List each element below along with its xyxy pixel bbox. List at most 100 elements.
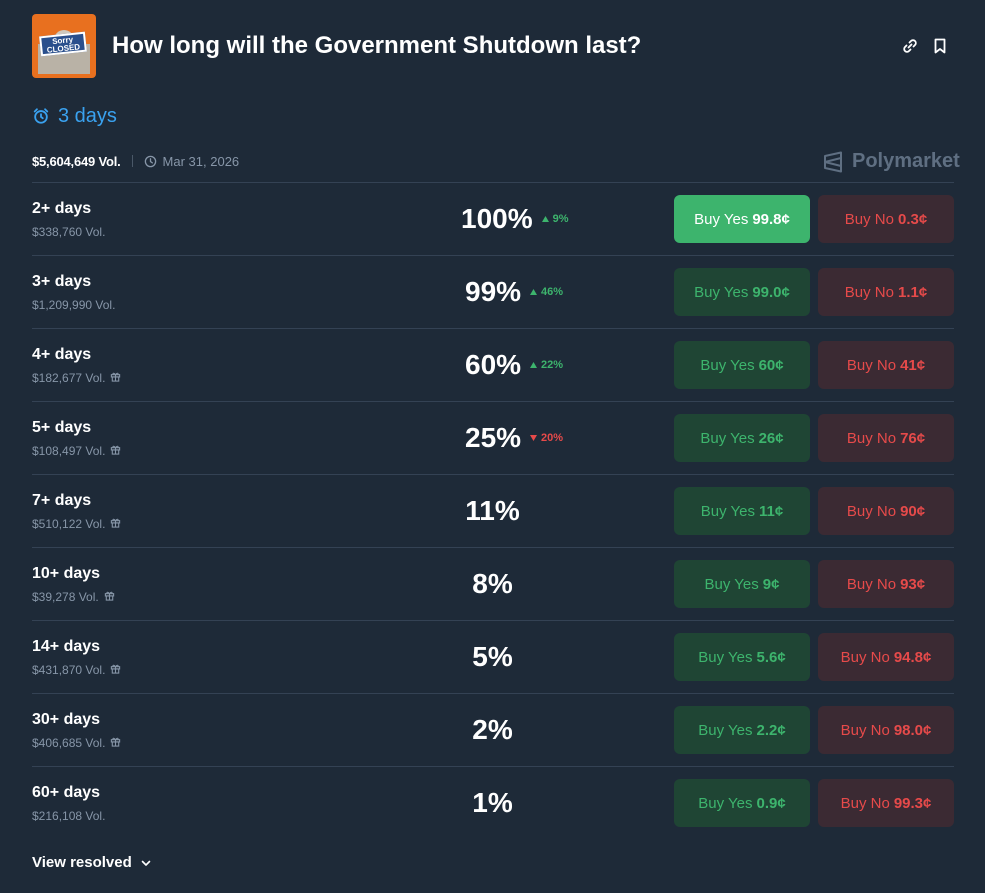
- outcome-volume: $406,685 Vol.: [32, 736, 121, 750]
- buy-no-label: Buy No: [846, 502, 897, 520]
- buy-no-button[interactable]: Buy No 90¢: [818, 487, 954, 535]
- view-resolved-button[interactable]: View resolved: [32, 854, 152, 871]
- probability-change: 22%: [529, 359, 563, 371]
- market-meta: $5,604,649 Vol. Mar 31, 2026: [32, 152, 239, 170]
- outcome-probability: 11%: [465, 495, 520, 526]
- buy-yes-button[interactable]: Buy Yes 0.9¢: [674, 779, 810, 827]
- outcome-probability: 8%: [472, 568, 513, 599]
- buy-no-label: Buy No: [840, 721, 890, 739]
- market-title: How long will the Government Shutdown la…: [112, 32, 642, 59]
- buy-no-label: Buy No: [844, 210, 894, 228]
- buy-yes-label: Buy Yes: [700, 502, 755, 520]
- gift-icon: [110, 444, 121, 458]
- buy-yes-button[interactable]: Buy Yes 11¢: [674, 487, 810, 535]
- buy-no-price: 90¢: [900, 502, 926, 520]
- outcome-row[interactable]: 30+ days $406,685 Vol. 2% Buy Yes 2.2¢ Buy No…: [32, 693, 954, 766]
- outcome-label: 3+ days: [32, 273, 92, 290]
- outcome-row[interactable]: 2+ days $338,760 Vol. 100% 9% Buy Yes 99.8¢ Bu…: [32, 182, 954, 255]
- buy-yes-button[interactable]: Buy Yes 9¢: [674, 560, 810, 608]
- buy-no-label: Buy No: [846, 575, 897, 593]
- buy-no-label: Buy No: [840, 648, 890, 666]
- outcome-volume-text: $108,497 Vol.: [32, 444, 106, 458]
- outcome-volume: $216,108 Vol.: [32, 809, 105, 823]
- triangle-up-icon: [530, 362, 538, 368]
- meta-divider: [131, 155, 133, 167]
- buy-no-price: 98.0¢: [893, 721, 932, 739]
- outcome-probability: 2%: [472, 714, 513, 745]
- alarm-clock-icon: [33, 108, 49, 124]
- buy-yes-label: Buy Yes: [698, 721, 753, 739]
- outcome-volume: $431,870 Vol.: [32, 663, 121, 677]
- buy-no-price: 94.8¢: [893, 648, 932, 666]
- outcome-volume-text: $510,122 Vol.: [32, 517, 106, 531]
- probability-change-value: 22%: [541, 359, 564, 371]
- probability-change-value: 9%: [552, 213, 569, 225]
- buy-no-button[interactable]: Buy No 99.3¢: [818, 779, 954, 827]
- buy-no-label: Buy No: [844, 283, 894, 301]
- probability-change-value: 46%: [541, 286, 564, 298]
- buy-yes-label: Buy Yes: [698, 794, 753, 812]
- buy-yes-price: 11¢: [759, 502, 784, 520]
- outcomes-list: 2+ days $338,760 Vol. 100% 9% Buy Yes 99.8¢ Bu…: [32, 182, 954, 839]
- market-header: Sorry CLOSED How long will the Governmen…: [32, 14, 954, 78]
- gift-icon: [110, 371, 121, 385]
- buy-yes-label: Buy Yes: [698, 648, 753, 666]
- buy-yes-label: Buy Yes: [700, 356, 755, 374]
- buy-no-label: Buy No: [840, 794, 890, 812]
- buy-yes-button[interactable]: Buy Yes 2.2¢: [674, 706, 810, 754]
- outcome-volume: $338,760 Vol.: [32, 225, 105, 239]
- link-icon[interactable]: [900, 36, 920, 56]
- outcome-row[interactable]: 10+ days $39,278 Vol. 8% Buy Yes 9¢ Buy No 93¢: [32, 547, 954, 620]
- end-date: Mar 31, 2026: [162, 153, 240, 169]
- buy-no-button[interactable]: Buy No 94.8¢: [818, 633, 954, 681]
- outcome-volume: $108,497 Vol.: [32, 444, 121, 458]
- market-thumbnail: Sorry CLOSED: [32, 14, 96, 78]
- buy-no-button[interactable]: Buy No 1.1¢: [818, 268, 954, 316]
- buy-yes-price: 0.9¢: [756, 794, 786, 812]
- outcome-row[interactable]: 4+ days $182,677 Vol. 60% 22% Buy Yes 60¢ Buy …: [32, 328, 954, 401]
- outcome-volume-text: $216,108 Vol.: [32, 809, 106, 823]
- buy-no-button[interactable]: Buy No 93¢: [818, 560, 954, 608]
- buy-yes-button[interactable]: Buy Yes 60¢: [674, 341, 810, 389]
- triangle-up-icon: [530, 289, 538, 295]
- gift-icon: [110, 736, 121, 750]
- buy-yes-label: Buy Yes: [694, 283, 749, 301]
- buy-yes-button[interactable]: Buy Yes 99.0¢: [674, 268, 810, 316]
- outcome-volume-text: $406,685 Vol.: [32, 736, 106, 750]
- buy-no-button[interactable]: Buy No 41¢: [818, 341, 954, 389]
- outcome-label: 10+ days: [32, 565, 101, 582]
- buy-no-price: 76¢: [900, 429, 926, 447]
- buy-yes-price: 2.2¢: [756, 721, 786, 739]
- bookmark-icon[interactable]: [930, 36, 950, 56]
- outcome-row[interactable]: 14+ days $431,870 Vol. 5% Buy Yes 5.6¢ Buy No…: [32, 620, 954, 693]
- triangle-down-icon: [530, 435, 538, 441]
- outcome-probability: 1%: [472, 787, 513, 818]
- buy-no-button[interactable]: Buy No 98.0¢: [818, 706, 954, 754]
- outcome-row[interactable]: 7+ days $510,122 Vol. 11% Buy Yes 11¢ Buy No 9…: [32, 474, 954, 547]
- probability-change: 9%: [541, 213, 569, 225]
- buy-no-button[interactable]: Buy No 76¢: [818, 414, 954, 462]
- buy-yes-button[interactable]: Buy Yes 99.8¢: [674, 195, 810, 243]
- buy-no-price: 1.1¢: [898, 283, 928, 301]
- countdown-value: 3 days: [58, 104, 117, 127]
- outcome-row[interactable]: 60+ days $216,108 Vol. 1% Buy Yes 0.9¢ Buy No…: [32, 766, 954, 839]
- outcome-volume-text: $182,677 Vol.: [32, 371, 106, 385]
- buy-yes-price: 99.0¢: [752, 283, 790, 301]
- outcome-label: 4+ days: [32, 346, 92, 363]
- outcome-probability: 25%: [465, 422, 522, 453]
- buy-no-button[interactable]: Buy No 0.3¢: [818, 195, 954, 243]
- outcome-row[interactable]: 5+ days $108,497 Vol. 25% 20% Buy Yes 26¢ Buy …: [32, 401, 954, 474]
- buy-no-price: 99.3¢: [893, 794, 932, 812]
- outcome-volume: $510,122 Vol.: [32, 517, 121, 531]
- outcome-probability: 100%: [461, 203, 533, 234]
- outcome-row[interactable]: 3+ days $1,209,990 Vol. 99% 46% Buy Yes 99.0¢…: [32, 255, 954, 328]
- buy-yes-button[interactable]: Buy Yes 26¢: [674, 414, 810, 462]
- outcome-label: 2+ days: [32, 200, 92, 217]
- outcome-probability: 5%: [472, 641, 513, 672]
- buy-no-label: Buy No: [846, 429, 897, 447]
- buy-yes-price: 99.8¢: [752, 210, 790, 228]
- outcome-label: 14+ days: [32, 638, 101, 655]
- polymarket-wordmark: Polymarket: [852, 150, 960, 172]
- buy-yes-button[interactable]: Buy Yes 5.6¢: [674, 633, 810, 681]
- gift-icon: [110, 663, 121, 677]
